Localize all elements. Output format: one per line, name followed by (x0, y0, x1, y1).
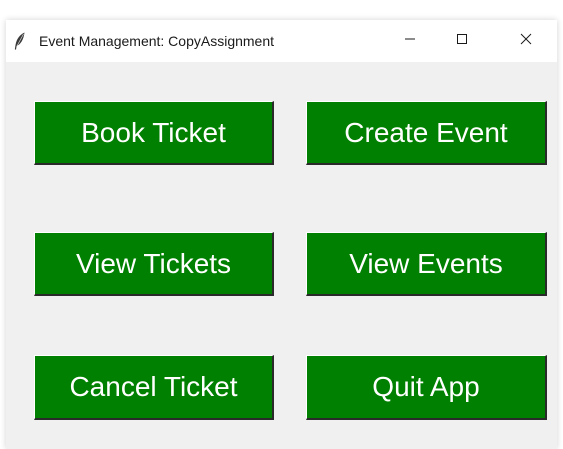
quit-app-button[interactable]: Quit App (306, 355, 547, 420)
minimize-icon (404, 32, 416, 50)
close-icon (520, 32, 532, 50)
title-bar[interactable]: Event Management: CopyAssignment (6, 20, 557, 62)
window-title: Event Management: CopyAssignment (39, 33, 275, 49)
create-event-button[interactable]: Create Event (306, 101, 547, 165)
book-ticket-button[interactable]: Book Ticket (34, 101, 274, 165)
maximize-button[interactable] (439, 20, 485, 62)
maximize-icon (456, 32, 468, 50)
view-events-button[interactable]: View Events (306, 232, 547, 296)
feather-icon (14, 32, 26, 50)
view-tickets-button[interactable]: View Tickets (34, 232, 274, 296)
close-button[interactable] (503, 20, 549, 62)
app-window: Event Management: CopyAssignment Book Ti… (6, 20, 557, 449)
main-content: Book Ticket Create Event View Tickets Vi… (6, 62, 557, 449)
cancel-ticket-button[interactable]: Cancel Ticket (34, 355, 274, 420)
minimize-button[interactable] (387, 20, 433, 62)
